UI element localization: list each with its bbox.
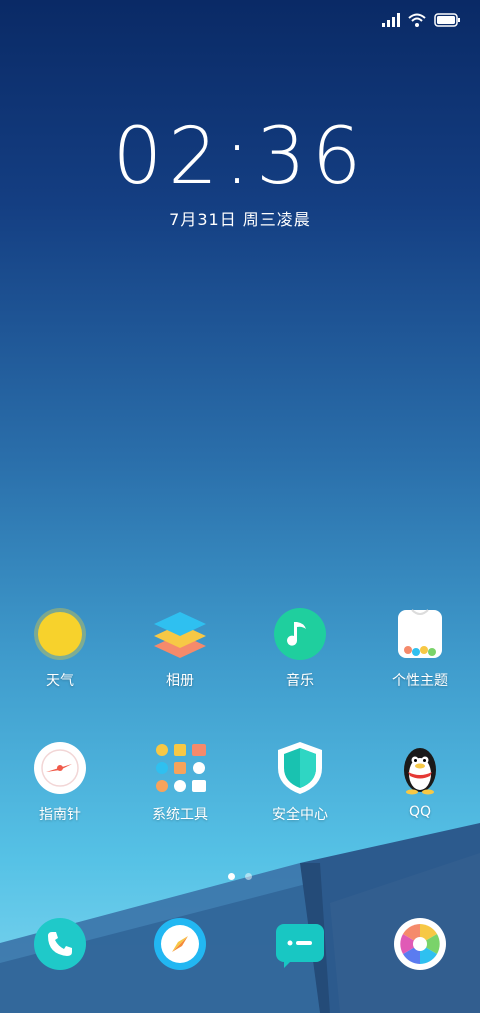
clock-date: 7月31日 周三凌晨: [169, 210, 311, 229]
tools-folder-icon: [152, 740, 208, 796]
page-dot-active[interactable]: [228, 873, 235, 880]
app-qq[interactable]: QQ: [360, 740, 480, 824]
app-weather[interactable]: 天气: [0, 606, 120, 690]
dock-phone[interactable]: [0, 916, 120, 972]
qq-penguin-icon: [392, 740, 448, 796]
wifi-icon: [408, 13, 426, 27]
music-note-icon: [272, 606, 328, 662]
battery-icon: [434, 13, 460, 27]
page-dot[interactable]: [245, 873, 252, 880]
app-label: 音乐: [286, 673, 314, 689]
app-label: 个性主题: [392, 673, 448, 689]
weather-sun-icon: [32, 606, 88, 662]
messages-icon: [272, 916, 328, 972]
clock-time[interactable]: 02:36: [0, 118, 480, 196]
app-system-tools[interactable]: 系统工具: [120, 740, 240, 824]
compass-icon: [32, 740, 88, 796]
app-gallery[interactable]: 相册: [120, 606, 240, 690]
app-label: 天气: [46, 673, 74, 689]
signal-icon: [382, 13, 400, 27]
security-shield-icon: [272, 740, 328, 796]
gallery-layers-icon: [152, 606, 208, 662]
app-label: 系统工具: [152, 807, 208, 823]
app-label: QQ: [408, 804, 432, 820]
dock-messages[interactable]: [240, 916, 360, 972]
app-label: 指南针: [39, 807, 81, 823]
dock: [0, 916, 480, 972]
dock-browser[interactable]: [120, 916, 240, 972]
app-grid-row2: 指南针 系统工具 安全中心 QQ: [0, 740, 480, 824]
app-themes[interactable]: 个性主题: [360, 606, 480, 690]
status-bar: [382, 8, 460, 32]
page-indicator[interactable]: [0, 873, 480, 880]
app-label: 安全中心: [272, 807, 328, 823]
dock-camera[interactable]: [360, 916, 480, 972]
browser-compass-icon: [152, 916, 208, 972]
app-security[interactable]: 安全中心: [240, 740, 360, 824]
app-compass[interactable]: 指南针: [0, 740, 120, 824]
app-grid-row1: 天气 相册 音乐 个性主题: [0, 606, 480, 690]
themes-shirt-icon: [392, 606, 448, 662]
camera-shutter-icon: [392, 916, 448, 972]
phone-icon: [32, 916, 88, 972]
app-music[interactable]: 音乐: [240, 606, 360, 690]
app-label: 相册: [166, 673, 194, 689]
